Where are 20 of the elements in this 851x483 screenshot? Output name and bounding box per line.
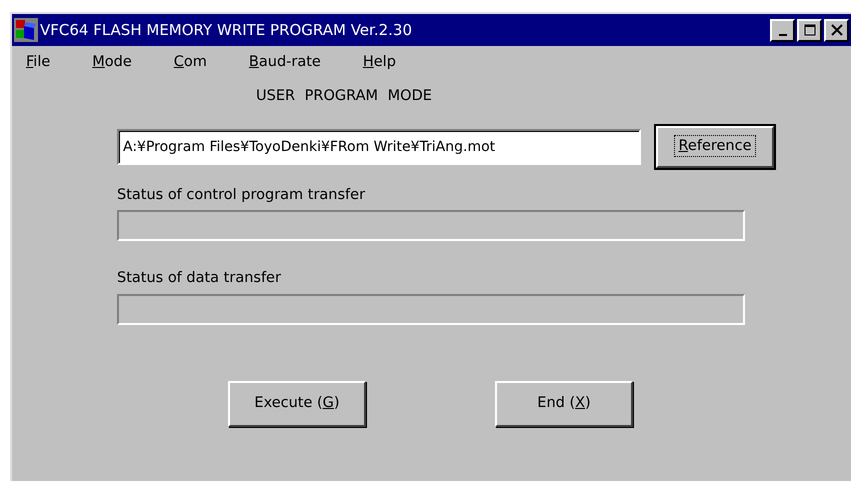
- minimize-button[interactable]: [770, 18, 795, 42]
- minimize-icon: [778, 34, 786, 36]
- progress-label: Status of data transfer: [117, 270, 281, 286]
- action-button[interactable]: Execute (G): [228, 381, 366, 427]
- menu-item[interactable]: Help: [362, 52, 396, 74]
- maximize-button[interactable]: [797, 18, 822, 42]
- menu-item[interactable]: Baud-rate: [248, 52, 321, 74]
- menu-item[interactable]: Mode: [92, 52, 132, 74]
- reference-button[interactable]: Reference: [656, 126, 774, 168]
- window-title: VFC64 FLASH MEMORY WRITE PROGRAM Ver.2.30: [40, 20, 412, 41]
- close-button[interactable]: [824, 18, 849, 42]
- action-button[interactable]: End (X): [495, 381, 633, 427]
- mode-label: USER PROGRAM MODE: [256, 88, 432, 104]
- close-icon: [830, 24, 842, 36]
- file-path-field[interactable]: A:¥Program Files¥ToyoDenki¥FRom Write¥TriAng.mot: [117, 128, 641, 164]
- menu-item[interactable]: File: [26, 52, 50, 74]
- progress-label: Status of control program transfer: [117, 186, 366, 202]
- app-icon: [14, 18, 38, 42]
- menu-item[interactable]: Com: [174, 52, 207, 74]
- maximize-icon: [804, 24, 816, 36]
